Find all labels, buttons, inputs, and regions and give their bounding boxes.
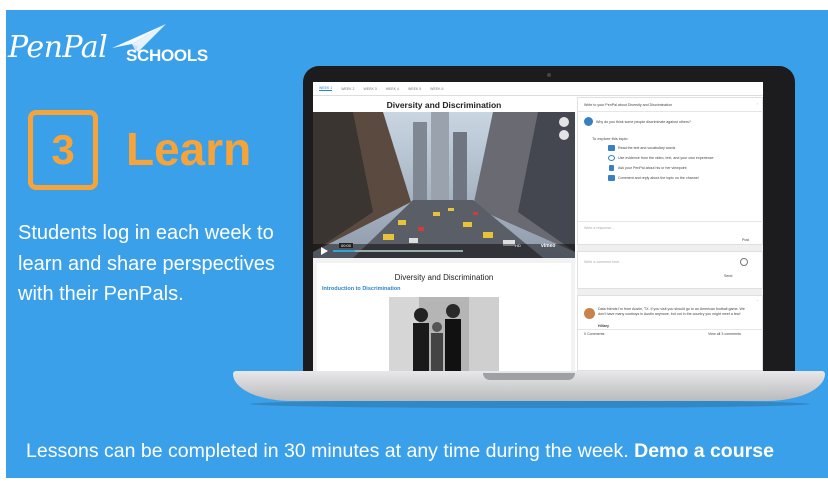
tab-week-6[interactable]: WEEK 6 [430,87,443,91]
post-body: Data friends I'm from Austin, TX. If you… [598,307,745,316]
laptop-screen: WEEK 1 WEEK 2 WEEK 3 WEEK 4 WEEK 5 WEEK … [313,82,763,371]
tab-week-2[interactable]: WEEK 2 [341,87,354,91]
historical-photo [389,297,499,371]
post-comments-count[interactable]: 0 Comments [584,332,604,336]
step-number-badge: 3 [28,110,98,190]
video-time: 00:00 [339,243,354,248]
view-comments-link[interactable]: View all 3 comments [708,332,741,336]
city-street-video-frame [313,112,575,258]
tab-week-3[interactable]: WEEK 3 [363,87,376,91]
comment-box: Write a comment here… Send [577,251,763,289]
explore-step-1: Read the text and vocabulary words [618,146,676,150]
explore-step-3: Ask your PenPal about his or her viewpoi… [618,166,687,170]
hd-badge[interactable]: HD [515,243,521,248]
person-icon [609,165,614,171]
post-author[interactable]: Hillary [598,324,609,328]
avatar[interactable] [584,308,595,319]
slide: PenPal SCHOOLS 3 Learn Students log in e… [0,0,828,486]
penpal-schools-logo[interactable]: PenPal SCHOOLS [8,22,208,72]
step-number: 3 [51,126,75,173]
prompt-question: Why do you think some people discriminat… [596,120,691,124]
send-button[interactable]: Send [724,274,732,278]
reply-input[interactable]: Write a response… [584,226,615,230]
top-border [0,0,828,10]
logo-script-text: PenPal [8,30,108,65]
divider [578,221,763,222]
reading-subtitle[interactable]: Introduction to Discrimination [322,286,571,292]
comment-input[interactable]: Write a comment here… [584,260,623,264]
explore-step-2: Use evidence from the video, text, and y… [618,156,714,160]
lesson-title: Diversity and Discrimination [313,97,575,112]
divider [578,329,763,330]
post-card: ⌄ Data friends I'm from Austin, TX. If y… [577,295,763,371]
step-title: Learn [126,123,252,175]
collapse-chevron-icon[interactable]: ⌃ [756,103,759,107]
post-menu-icon[interactable]: ⌄ [756,298,759,302]
tab-week-1[interactable]: WEEK 1 [319,86,333,91]
book-icon [608,145,615,151]
tab-week-5[interactable]: WEEK 5 [408,87,421,91]
caption: Lessons can be completed in 30 minutes a… [26,440,774,463]
demo-course-link[interactable]: Demo a course [634,440,774,462]
globe-icon [584,117,593,126]
explore-label: To explore this topic: [592,136,629,141]
tab-week-4[interactable]: WEEK 4 [386,87,399,91]
caption-text: Lessons can be completed in 30 minutes a… [26,440,629,462]
reading-card: Diversity and Discrimination Introductio… [317,263,571,371]
bottom-border [0,478,828,486]
laptop-shadow [250,400,810,408]
week-tabs: WEEK 1 WEEK 2 WEEK 3 WEEK 4 WEEK 5 WEEK … [313,82,763,96]
divider [578,111,763,112]
prompt-header: Write to your PenPal about Diversity and… [584,103,673,107]
explore-step-4: Comment and reply about the topic on the… [618,176,699,180]
pencil-icon [608,155,615,161]
video-player[interactable]: 00:00 HD vimeo [313,112,575,258]
monitor-icon [608,175,615,181]
logo-schools-text: SCHOOLS [126,46,208,65]
vimeo-logo[interactable]: vimeo [541,243,555,249]
reading-title: Diversity and Discrimination [394,273,494,282]
laptop-opening-notch [483,373,575,380]
prompt-card: Write to your PenPal about Diversity and… [577,97,763,245]
lead-text: Students log in each week to learn and s… [18,222,275,305]
post-button[interactable]: Post [742,238,749,242]
emoji-icon[interactable] [740,258,748,266]
discussion-panel: Write to your PenPal about Diversity and… [577,97,763,371]
left-border [0,0,6,486]
lesson-panel: Diversity and Discrimination 00:00 HD vi… [313,97,575,371]
webcam-icon [547,73,551,77]
